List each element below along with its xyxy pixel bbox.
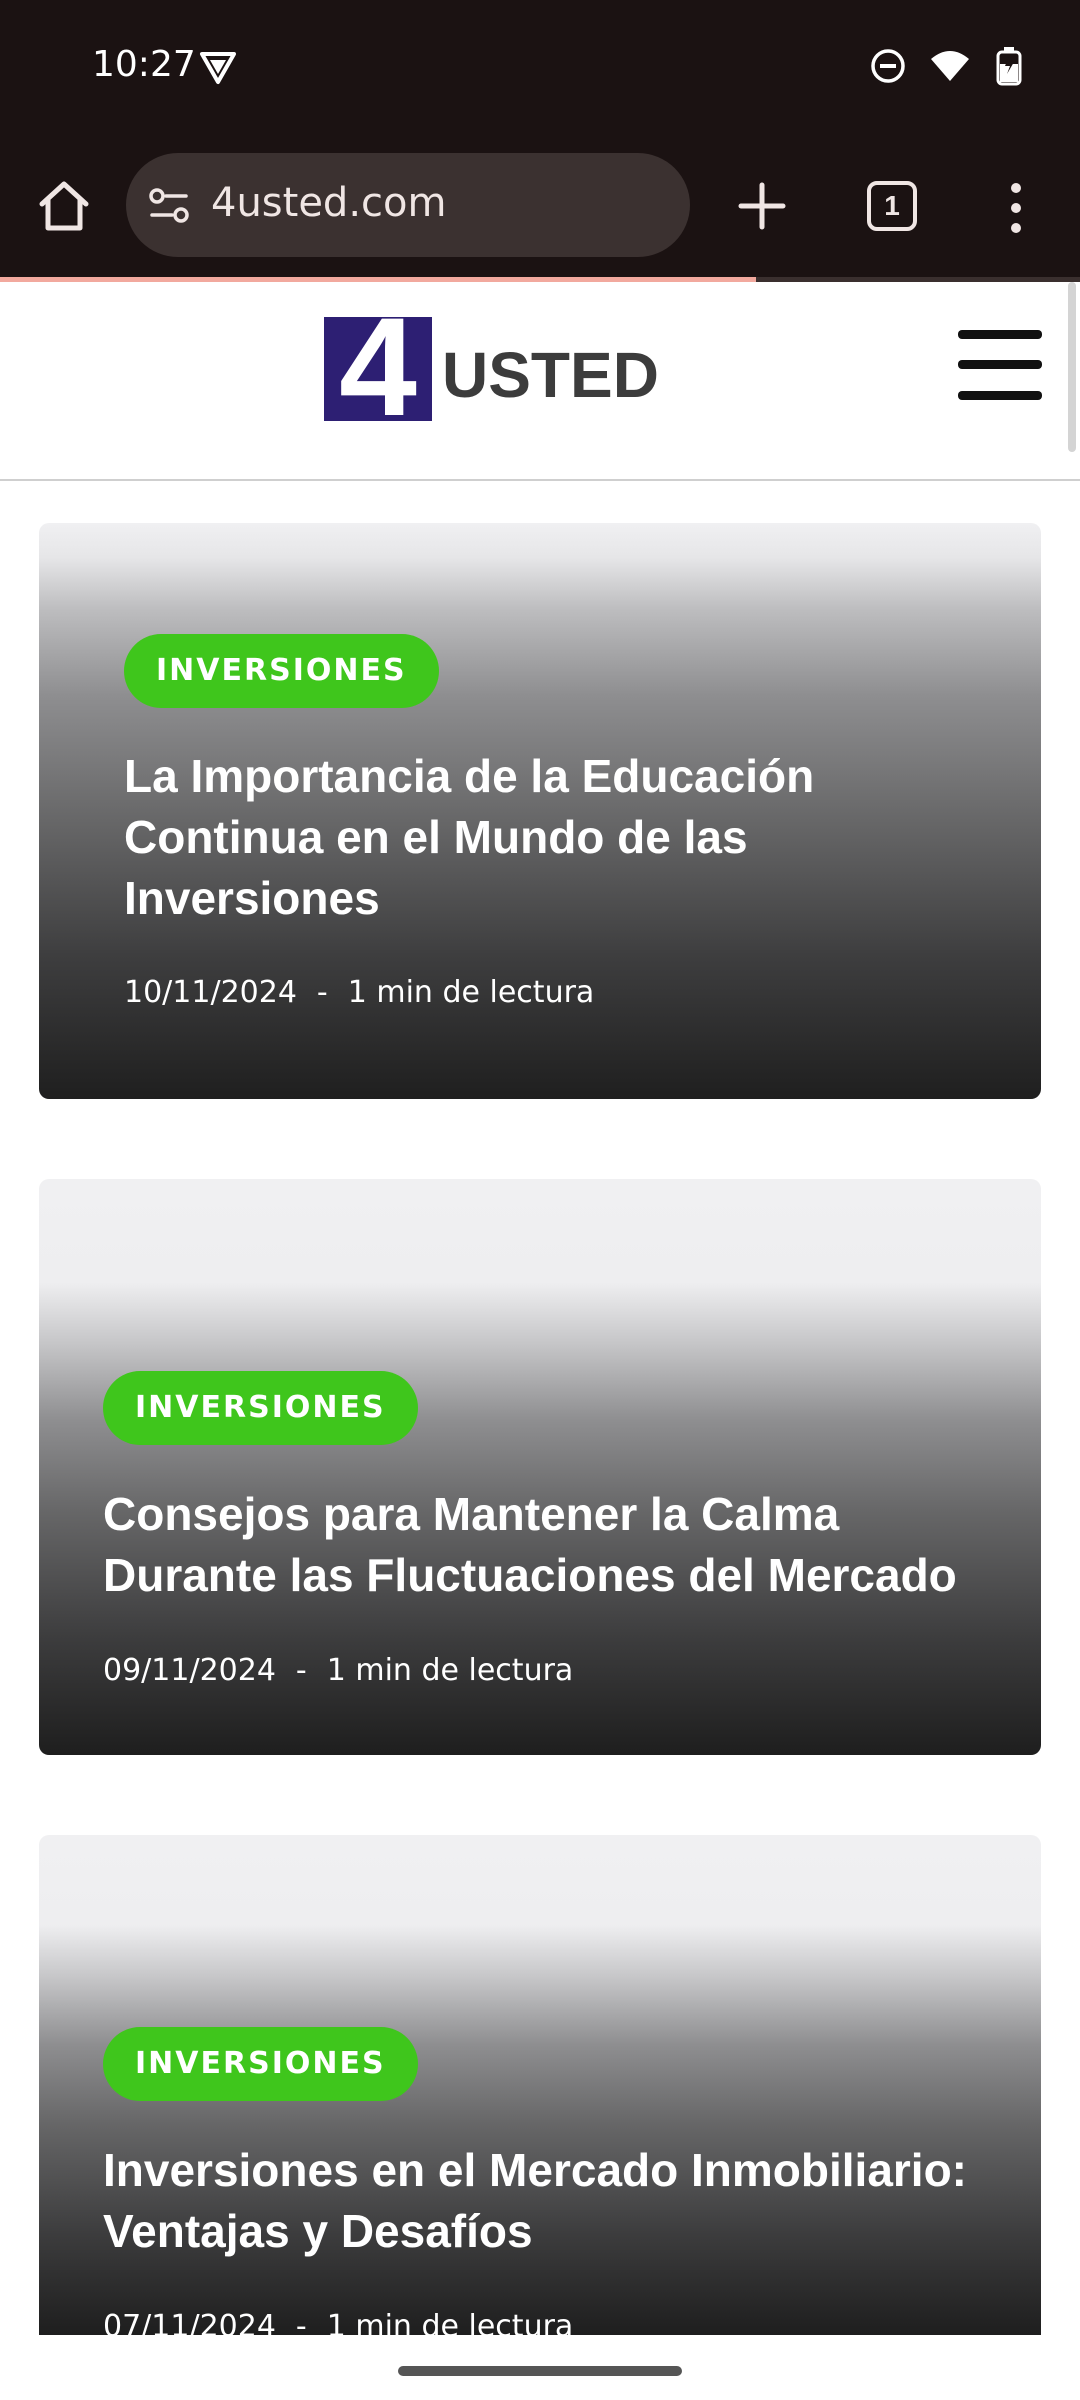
article-date: 10/11/2024 [124,975,297,1010]
meta-separator: - [295,2309,307,2335]
article-date: 07/11/2024 [103,2309,276,2335]
status-bar: 10:27 [0,0,1080,140]
meta-separator: - [316,975,328,1010]
status-time: 10:27 [92,44,196,85]
gesture-home-bar[interactable] [398,2366,682,2376]
article-meta: 10/11/2024 - 1 min de lectura [124,975,594,1010]
site-settings-icon[interactable] [148,187,190,225]
category-badge[interactable]: INVERSIONES [124,634,439,708]
wifi-icon [931,51,969,81]
article-read-time: 1 min de lectura [347,975,595,1010]
article-title[interactable]: La Importancia de la Educación Continua … [124,746,944,929]
article-card[interactable]: INVERSIONES Consejos para Mantener la Ca… [39,1179,1041,1755]
url-text[interactable]: 4usted.com [211,180,446,226]
site-logo[interactable]: 4 USTED [324,315,684,425]
new-tab-icon[interactable] [733,177,791,235]
page-scrollbar[interactable] [1068,282,1076,452]
article-meta: 09/11/2024 - 1 min de lectura [103,1653,573,1688]
article-date: 09/11/2024 [103,1653,276,1688]
article-title[interactable]: Consejos para Mantener la Calma Durante … [103,1484,1003,1606]
category-badge[interactable]: INVERSIONES [103,2027,418,2101]
article-meta: 07/11/2024 - 1 min de lectura [103,2309,573,2335]
category-badge[interactable]: INVERSIONES [103,1371,418,1445]
home-icon[interactable] [34,176,94,236]
hamburger-menu-icon[interactable] [958,330,1042,400]
article-card[interactable]: INVERSIONES Inversiones en el Mercado In… [39,1835,1041,2335]
article-card[interactable]: INVERSIONES La Importancia de la Educaci… [39,523,1041,1099]
logo-mark: 4 [339,315,417,425]
article-read-time: 1 min de lectura [326,2309,574,2335]
more-options-icon[interactable] [1006,180,1026,236]
do-not-disturb-icon [871,49,905,83]
article-read-time: 1 min de lectura [326,1653,574,1688]
logo-text: USTED [442,339,659,411]
tab-switcher-button[interactable]: 1 [867,181,917,231]
meta-separator: - [295,1653,307,1688]
battery-icon [996,47,1022,86]
article-title[interactable]: Inversiones en el Mercado Inmobiliario: … [103,2140,1003,2262]
vpn-icon [200,52,236,84]
